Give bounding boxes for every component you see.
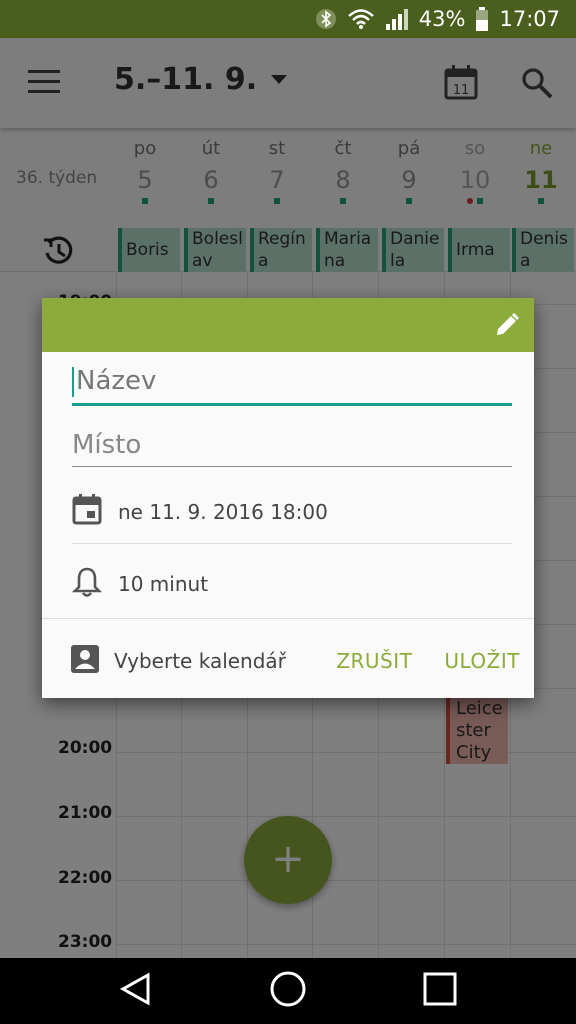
event-datetime: ne 11. 9. 2016 18:00 (118, 499, 328, 524)
wifi-icon (347, 8, 375, 30)
calendar-select-label: Vyberte kalendář (114, 649, 286, 673)
event-name-placeholder: Název (76, 366, 157, 396)
event-reminder: 10 minut (118, 572, 209, 596)
event-datetime-row[interactable]: ne 11. 9. 2016 18:00 (72, 480, 512, 544)
battery-percent: 43% (418, 7, 466, 31)
event-location-placeholder: Místo (72, 430, 142, 460)
bluetooth-icon (315, 8, 337, 30)
back-icon[interactable] (118, 971, 154, 1011)
dialog-header (42, 298, 534, 352)
bell-icon (71, 566, 103, 603)
save-button[interactable]: ULOŽIT (444, 649, 520, 673)
home-icon[interactable] (269, 970, 307, 1012)
calendar-icon (72, 493, 102, 530)
event-name-input[interactable]: Název (72, 366, 512, 406)
quick-event-dialog: Název Místo ne 11. 9. 2016 18:00 10 minu… (42, 298, 534, 698)
text-cursor (72, 366, 74, 397)
account-box-icon (70, 644, 100, 679)
status-bar: 43% 17:07 (0, 0, 576, 38)
dialog-footer: Vyberte kalendář ZRUŠIT ULOŽIT (70, 638, 520, 684)
event-reminder-row[interactable]: 10 minut (71, 552, 512, 616)
battery-icon (475, 7, 489, 31)
system-nav-bar (0, 958, 576, 1024)
clock: 17:07 (499, 7, 560, 31)
calendar-select[interactable]: Vyberte kalendář (70, 644, 304, 679)
event-location-input[interactable]: Místo (72, 430, 512, 467)
recents-icon[interactable] (422, 971, 458, 1011)
pencil-icon[interactable] (494, 312, 520, 338)
signal-icon (385, 8, 409, 30)
cancel-button[interactable]: ZRUŠIT (336, 649, 412, 673)
